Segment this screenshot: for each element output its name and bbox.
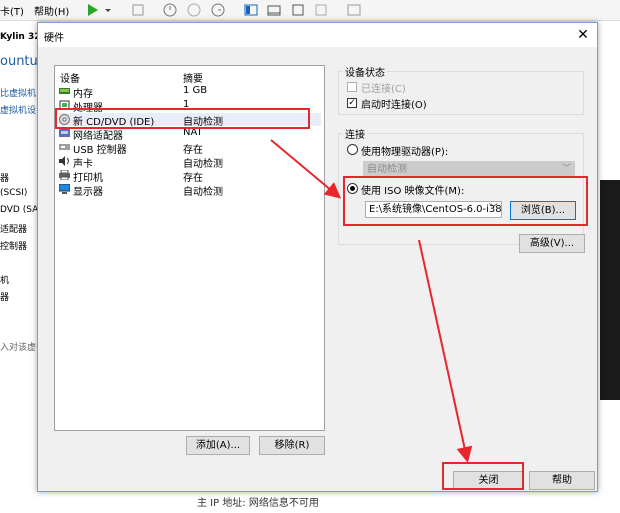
host-vm-name: ountu xyxy=(0,54,38,69)
host-sidebar: Kylin 32 ountu 比虚拟机 虚拟机设 器 (SCSI) DVD (S… xyxy=(0,21,43,513)
clock-revert-icon[interactable] xyxy=(186,2,202,18)
host-device-item: 机 xyxy=(0,276,10,286)
remove-device-button[interactable]: 移除(R) xyxy=(259,436,325,455)
advanced-button[interactable]: 高级(V)... xyxy=(519,234,585,253)
dialog-title: 硬件 xyxy=(44,33,64,44)
display-icon xyxy=(58,183,71,194)
device-list-header: 设备 摘要 xyxy=(60,70,322,85)
clock-icon[interactable] xyxy=(162,2,178,18)
chevron-down-icon: ﹀ xyxy=(561,164,571,174)
host-device-item: 控制器 xyxy=(0,242,28,252)
play-icon[interactable] xyxy=(84,2,100,18)
host-ip-text: 主 IP 地址: 网络信息不可用 xyxy=(197,498,319,509)
device-summary: 自动检测 xyxy=(183,159,223,170)
device-status-label: 设备状态 xyxy=(343,64,387,79)
device-row-memory[interactable]: 内存 1 GB xyxy=(59,85,321,100)
device-name: 显示器 xyxy=(73,187,103,198)
snapshot-icon[interactable] xyxy=(130,2,146,18)
host-description: 入对该虚 xyxy=(0,343,37,353)
annotation-highlight-close-button xyxy=(442,462,524,490)
device-summary: 1 GB xyxy=(183,85,208,96)
use-physical-drive-label[interactable]: 使用物理驱动器(P): xyxy=(361,143,448,158)
usb-icon xyxy=(59,142,70,152)
device-row-usb-controller[interactable]: USB 控制器 存在 xyxy=(59,141,321,156)
host-device-item: 适配器 xyxy=(0,225,28,235)
help-button[interactable]: 帮助 xyxy=(529,471,595,490)
device-name: 声卡 xyxy=(73,159,93,170)
connect-at-power-on-label[interactable]: 启动时连接(O) xyxy=(361,96,427,111)
host-device-item: 器 xyxy=(0,293,10,303)
device-row-display[interactable]: 显示器 自动检测 xyxy=(58,183,321,198)
unity-icon[interactable] xyxy=(313,2,329,18)
column-header-device: 设备 xyxy=(60,74,80,85)
dialog-titlebar: 硬件 ✕ xyxy=(38,23,597,47)
host-status-area: 主 IP 地址: 网络信息不可用 xyxy=(37,492,598,513)
column-header-summary: 摘要 xyxy=(183,74,203,85)
connect-at-power-on-checkbox[interactable]: ✓ xyxy=(347,98,357,108)
use-physical-drive-radio[interactable] xyxy=(347,144,358,155)
annotation-highlight-cd-row xyxy=(55,108,310,129)
host-device-item: (SCSI) xyxy=(0,188,28,198)
device-name: 内存 xyxy=(73,89,93,100)
host-menu-item-help[interactable]: 帮助(H) xyxy=(34,3,69,18)
host-menu-bar: 卡(T) 帮助(H) xyxy=(0,0,620,21)
sound-card-icon xyxy=(59,156,70,166)
device-summary: 存在 xyxy=(183,145,203,156)
connection-label: 连接 xyxy=(343,126,367,141)
connected-checkbox xyxy=(347,82,357,92)
window-icon[interactable] xyxy=(346,2,362,18)
device-row-sound-card[interactable]: 声卡 自动检测 xyxy=(59,155,321,170)
device-summary: 自动检测 xyxy=(183,187,223,198)
memory-icon xyxy=(59,86,70,96)
view-console-icon[interactable] xyxy=(266,2,282,18)
annotation-highlight-iso-group xyxy=(343,176,588,226)
host-link-power-on[interactable]: 比虚拟机 xyxy=(0,86,36,99)
printer-icon xyxy=(59,169,70,181)
hardware-dialog: 硬件 ✕ 设备 摘要 内存 1 GB 处理器 1 新 CD/DVD (IDE) … xyxy=(37,22,598,492)
connected-label: 已连接(C) xyxy=(361,84,406,95)
host-vm-tab[interactable]: Kylin 32 xyxy=(0,32,41,42)
device-name: USB 控制器 xyxy=(73,145,127,156)
device-name: 打印机 xyxy=(73,173,103,184)
device-summary: 存在 xyxy=(183,173,203,184)
clock-manage-icon[interactable] xyxy=(210,2,226,18)
physical-drive-value: 自动检测 xyxy=(367,164,407,175)
add-device-button[interactable]: 添加(A)... xyxy=(186,436,250,455)
fullscreen-icon[interactable] xyxy=(290,2,306,18)
host-link-edit-settings[interactable]: 虚拟机设 xyxy=(0,103,36,116)
device-name: 网络适配器 xyxy=(73,131,123,142)
host-vm-screen xyxy=(600,180,620,400)
device-row-printer[interactable]: 打印机 存在 xyxy=(59,169,321,184)
network-adapter-icon xyxy=(59,128,70,138)
view-sidebar-icon[interactable] xyxy=(243,2,259,18)
close-icon[interactable]: ✕ xyxy=(573,25,593,45)
host-menu-item-card[interactable]: 卡(T) xyxy=(0,3,24,18)
chevron-down-icon[interactable] xyxy=(100,2,116,18)
host-device-item: 器 xyxy=(0,174,10,184)
